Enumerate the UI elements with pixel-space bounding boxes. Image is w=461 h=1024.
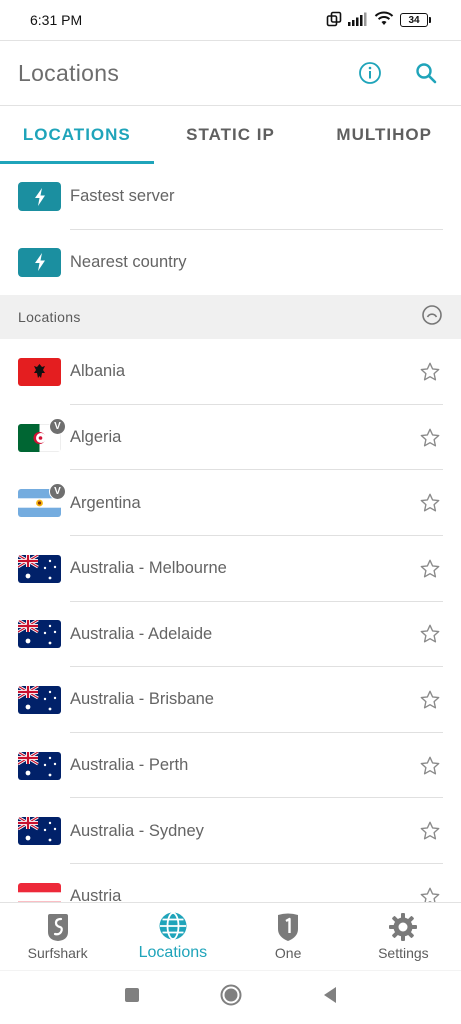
home-icon[interactable]	[220, 984, 242, 1011]
nav-locations[interactable]: Locations	[115, 903, 230, 970]
lightning-icon	[18, 182, 61, 212]
list-item[interactable]: Albania	[0, 339, 461, 405]
nearest-country-label: Nearest country	[70, 252, 187, 271]
list-item[interactable]: Australia - Adelaide	[0, 602, 461, 668]
locations-section-header: Locations	[0, 295, 461, 340]
back-icon[interactable]	[322, 986, 338, 1009]
battery-icon: 34	[400, 13, 431, 27]
argentina-flag-icon: V	[18, 483, 66, 518]
globe-icon	[158, 911, 188, 941]
recents-icon[interactable]	[124, 987, 140, 1008]
system-nav-bar	[0, 970, 461, 1024]
lightning-icon	[18, 247, 61, 277]
list-item[interactable]: Australia - Brisbane	[0, 667, 461, 733]
gear-icon	[388, 912, 418, 942]
search-icon	[416, 63, 437, 84]
favorite-star-icon[interactable]	[417, 359, 443, 385]
favorite-star-icon[interactable]	[417, 818, 443, 844]
fastest-server-item[interactable]: Fastest server	[0, 164, 461, 230]
tab-static-ip[interactable]: STATIC IP	[154, 106, 308, 164]
tab-bar: LOCATIONS STATIC IP MULTIHOP	[0, 106, 461, 164]
list-item[interactable]: Australia - Sydney	[0, 798, 461, 864]
list-item[interactable]: V Argentina	[0, 470, 461, 536]
favorite-star-icon[interactable]	[417, 753, 443, 779]
tab-multihop[interactable]: MULTIHOP	[307, 106, 461, 164]
list-item[interactable]: V Algeria	[0, 405, 461, 471]
favorite-star-icon[interactable]	[417, 490, 443, 516]
info-icon	[359, 62, 381, 84]
australia-flag-icon	[18, 620, 61, 649]
list-item[interactable]: Austria	[0, 864, 461, 902]
australia-flag-icon	[18, 751, 61, 780]
austria-flag-icon	[18, 882, 61, 902]
search-button[interactable]	[409, 56, 443, 90]
favorite-star-icon[interactable]	[417, 425, 443, 451]
section-title: Locations	[18, 309, 81, 326]
bottom-nav: Surfshark Locations One Settings	[0, 902, 461, 970]
albania-flag-icon	[18, 357, 61, 386]
australia-flag-icon	[18, 554, 61, 583]
status-time: 6:31 PM	[30, 12, 83, 28]
collapse-icon[interactable]	[421, 304, 443, 331]
virtual-location-badge: V	[49, 417, 66, 435]
page-title: Locations	[18, 59, 120, 86]
favorite-star-icon[interactable]	[417, 687, 443, 713]
nav-locations-label: Locations	[138, 944, 208, 961]
nav-one[interactable]: One	[231, 903, 346, 970]
info-button[interactable]	[353, 56, 387, 90]
algeria-flag-icon: V	[18, 417, 66, 452]
shield-one-icon	[276, 912, 300, 942]
list-item[interactable]: Australia - Melbourne	[0, 536, 461, 602]
nearest-country-item[interactable]: Nearest country	[0, 230, 461, 296]
surfshark-logo-icon	[46, 912, 70, 942]
favorite-star-icon[interactable]	[417, 884, 443, 902]
app-bar: Locations	[0, 40, 461, 106]
nav-settings[interactable]: Settings	[346, 903, 461, 970]
nav-settings-label: Settings	[378, 945, 429, 961]
battery-level: 34	[400, 13, 428, 27]
nav-surfshark[interactable]: Surfshark	[0, 903, 115, 970]
fastest-server-label: Fastest server	[70, 187, 175, 206]
tab-locations[interactable]: LOCATIONS	[0, 106, 154, 164]
nav-surfshark-label: Surfshark	[27, 945, 88, 961]
screen-rotate-icon	[326, 11, 342, 30]
signal-icon	[348, 12, 368, 29]
nav-one-label: One	[274, 945, 302, 961]
status-icons: 34	[326, 11, 431, 30]
australia-flag-icon	[18, 685, 61, 714]
wifi-icon	[374, 11, 394, 29]
favorite-star-icon[interactable]	[417, 556, 443, 582]
virtual-location-badge: V	[49, 483, 66, 501]
australia-flag-icon	[18, 817, 61, 846]
list-item[interactable]: Australia - Perth	[0, 733, 461, 799]
favorite-star-icon[interactable]	[417, 621, 443, 647]
status-bar: 6:31 PM 34	[0, 0, 461, 40]
locations-list[interactable]: Fastest server Nearest country Locations…	[0, 164, 461, 902]
